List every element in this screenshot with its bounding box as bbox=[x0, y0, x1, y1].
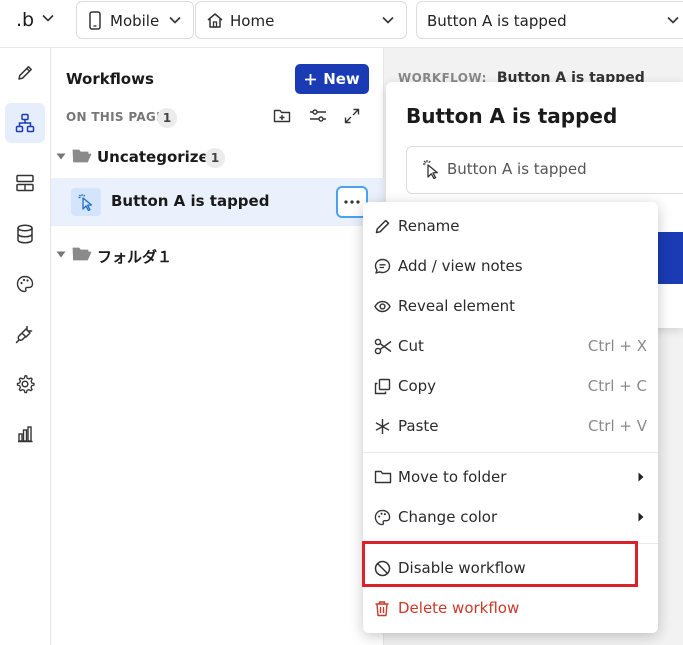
folder-label: フォルダ１ bbox=[97, 248, 173, 266]
tap-pointer-icon bbox=[71, 188, 101, 216]
menu-item-label: Paste bbox=[398, 417, 439, 435]
on-this-page-label: ON THIS PAGE bbox=[66, 110, 165, 124]
workflow-item-label: Button A is tapped bbox=[111, 192, 270, 210]
workflow-select[interactable]: Button A is tapped bbox=[416, 1, 683, 39]
menu-item-label: Cut bbox=[398, 337, 424, 355]
workflow-select-label: Button A is tapped bbox=[427, 12, 567, 30]
event-trigger-field[interactable]: Button A is tapped bbox=[406, 146, 683, 194]
top-bar: .b Mobile Home Button A is tapped bbox=[0, 0, 683, 48]
menu-item-change-color[interactable]: Change color bbox=[363, 497, 658, 537]
event-card-title: Button A is tapped bbox=[406, 104, 618, 128]
new-workflow-label: New bbox=[323, 70, 360, 88]
chevron-down-icon bbox=[667, 16, 679, 24]
left-rail bbox=[0, 48, 51, 645]
menu-item-label: Add / view notes bbox=[398, 257, 523, 275]
page-select[interactable]: Home bbox=[195, 1, 407, 39]
bar-chart-icon bbox=[16, 425, 34, 443]
menu-item-label: Copy bbox=[398, 377, 437, 395]
device-select[interactable]: Mobile bbox=[76, 1, 194, 39]
new-workflow-button[interactable]: New bbox=[295, 64, 369, 94]
card-action-button[interactable] bbox=[656, 232, 683, 284]
menu-item-shortcut: Ctrl + V bbox=[587, 417, 647, 435]
rail-design-tab[interactable] bbox=[5, 53, 45, 93]
page-select-label: Home bbox=[230, 12, 275, 30]
folder-open-icon bbox=[72, 148, 92, 164]
rail-database-tab[interactable] bbox=[5, 214, 45, 254]
expand-icon[interactable] bbox=[344, 108, 360, 124]
menu-item-reveal-element[interactable]: Reveal element bbox=[363, 286, 658, 326]
caret-right-icon bbox=[638, 472, 644, 482]
menu-item-label: Delete workflow bbox=[398, 599, 520, 617]
home-icon bbox=[206, 12, 224, 29]
highlight-annotation-box bbox=[362, 541, 638, 587]
menu-item-delete-workflow[interactable]: Delete workflow bbox=[363, 588, 658, 628]
mobile-icon bbox=[89, 11, 101, 30]
menu-item-cut[interactable]: Cut Ctrl + X bbox=[363, 326, 658, 366]
new-folder-icon[interactable] bbox=[273, 108, 291, 124]
ellipsis-icon bbox=[344, 200, 360, 204]
menu-item-label: Move to folder bbox=[398, 468, 507, 486]
rail-plugins-tab[interactable] bbox=[5, 314, 45, 354]
caret-down-icon[interactable] bbox=[56, 153, 66, 160]
menu-item-label: Reveal element bbox=[398, 297, 516, 315]
rail-settings-tab[interactable] bbox=[5, 364, 45, 404]
eye-icon bbox=[374, 298, 391, 315]
trash-icon bbox=[374, 600, 390, 617]
pencil-icon bbox=[16, 64, 34, 82]
rail-logs-tab[interactable] bbox=[5, 414, 45, 454]
caret-down-icon[interactable] bbox=[56, 251, 66, 258]
caret-right-icon bbox=[638, 512, 644, 522]
workflow-icon bbox=[15, 113, 35, 133]
menu-item-label: Rename bbox=[398, 217, 460, 235]
rail-data-tab[interactable] bbox=[5, 163, 45, 203]
menu-item-label: Change color bbox=[398, 508, 498, 526]
folder-open-icon bbox=[72, 246, 92, 262]
workflow-item-button-a-tapped[interactable]: Button A is tapped bbox=[51, 178, 384, 226]
rail-styles-tab[interactable] bbox=[5, 264, 45, 304]
menu-item-move-to-folder[interactable]: Move to folder bbox=[363, 457, 658, 497]
menu-divider bbox=[363, 452, 658, 453]
menu-item-paste[interactable]: Paste Ctrl + V bbox=[363, 406, 658, 446]
folder-uncategorized[interactable]: Uncategorized 1 bbox=[51, 141, 384, 175]
pencil-icon bbox=[374, 218, 391, 235]
gear-icon bbox=[15, 374, 35, 394]
event-trigger-label: Button A is tapped bbox=[447, 160, 587, 178]
menu-item-shortcut: Ctrl + X bbox=[587, 337, 647, 355]
app-logo[interactable]: .b bbox=[16, 9, 34, 31]
note-icon bbox=[374, 258, 391, 275]
chevron-down-icon bbox=[169, 16, 181, 24]
folder-label: Uncategorized bbox=[97, 148, 220, 166]
device-select-label: Mobile bbox=[110, 12, 160, 30]
menu-item-rename[interactable]: Rename bbox=[363, 206, 658, 246]
filter-sliders-icon[interactable] bbox=[309, 108, 327, 124]
folder-icon bbox=[374, 469, 392, 485]
tap-pointer-icon bbox=[421, 159, 441, 179]
on-this-page-count: 1 bbox=[157, 108, 177, 128]
folder-count: 1 bbox=[205, 148, 225, 168]
chevron-down-icon bbox=[382, 16, 394, 24]
menu-item-copy[interactable]: Copy Ctrl + C bbox=[363, 366, 658, 406]
scissors-icon bbox=[374, 338, 392, 355]
layout-icon bbox=[15, 174, 35, 192]
plus-icon bbox=[304, 73, 317, 86]
panel-title: Workflows bbox=[66, 70, 154, 88]
plug-icon bbox=[15, 324, 35, 344]
copy-icon bbox=[374, 378, 391, 395]
chevron-down-icon[interactable] bbox=[42, 14, 54, 22]
workflows-panel: Workflows New ON THIS PAGE 1 Uncategoriz… bbox=[51, 48, 384, 645]
rail-workflows-tab[interactable] bbox=[5, 103, 45, 143]
menu-item-add-view-notes[interactable]: Add / view notes bbox=[363, 246, 658, 286]
asterisk-icon bbox=[374, 418, 391, 435]
palette-icon bbox=[16, 275, 34, 293]
menu-item-shortcut: Ctrl + C bbox=[587, 377, 647, 395]
folder-folder-1[interactable]: フォルダ１ bbox=[51, 239, 384, 273]
palette-icon bbox=[374, 509, 391, 526]
database-icon bbox=[16, 224, 34, 244]
